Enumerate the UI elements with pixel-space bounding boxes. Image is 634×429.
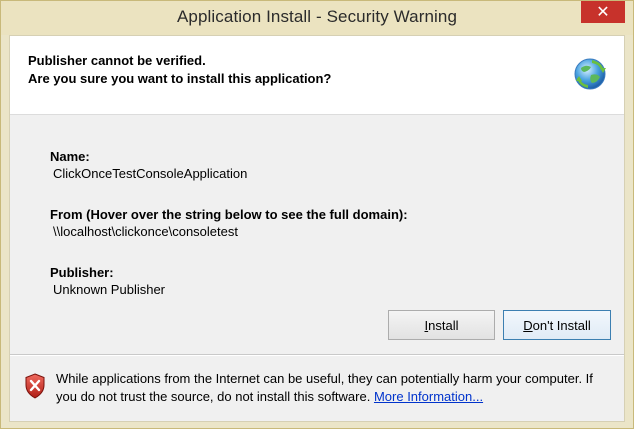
dont-install-label: on't Install (532, 317, 591, 333)
globe-install-icon (574, 58, 606, 90)
footer-divider-highlight (10, 355, 624, 356)
name-label: Name: (50, 149, 90, 164)
warning-banner: Publisher cannot be verified. Are you su… (10, 36, 624, 115)
from-value[interactable]: \\localhost\clickonce\consoletest (53, 224, 238, 239)
shield-x-icon (25, 373, 45, 399)
publisher-label: Publisher: (50, 265, 114, 280)
dont-install-button[interactable]: Don't Install (503, 310, 611, 340)
close-button[interactable]: ✕ (581, 1, 625, 23)
from-label: From (Hover over the string below to see… (50, 207, 408, 222)
title-bar[interactable]: Application Install - Security Warning ✕ (1, 1, 633, 35)
warning-message: While applications from the Internet can… (56, 370, 616, 406)
dialog-client-area: Publisher cannot be verified. Are you su… (9, 35, 625, 422)
publisher-value: Unknown Publisher (53, 282, 166, 297)
warning-text: While applications from the Internet can… (56, 371, 593, 404)
name-value: ClickOnceTestConsoleApplication (53, 166, 248, 181)
dont-install-mnemonic: D (523, 317, 533, 333)
more-information-link[interactable]: More Information... (374, 389, 483, 404)
install-button[interactable]: Install (388, 310, 495, 340)
close-icon: ✕ (596, 4, 610, 21)
security-warning-window: Application Install - Security Warning ✕… (0, 0, 634, 429)
banner-headline: Publisher cannot be verified. (28, 53, 206, 68)
window-title: Application Install - Security Warning (176, 7, 457, 26)
banner-question: Are you sure you want to install this ap… (28, 71, 332, 86)
install-label: nstall (428, 317, 459, 333)
